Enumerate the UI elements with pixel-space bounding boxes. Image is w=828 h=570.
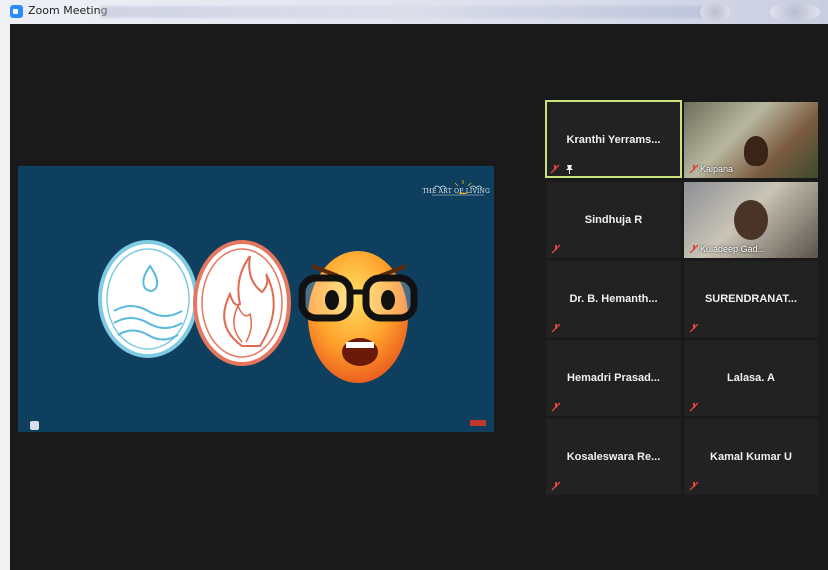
- participant-name: Kalpana: [700, 164, 734, 174]
- participant-name: Kosaleswara Re...: [566, 451, 661, 463]
- window-control-icon[interactable]: [770, 2, 820, 22]
- window-title: Zoom Meeting: [28, 4, 108, 17]
- left-edge: [0, 24, 10, 570]
- water-element-icon: [98, 240, 198, 358]
- participant-name: Kranthi Yerrams...: [566, 134, 661, 146]
- window-control-icon[interactable]: [700, 2, 730, 22]
- participant-tile[interactable]: Dr. B. Hemanth...: [546, 261, 681, 337]
- recording-badge: [470, 420, 486, 426]
- participant-tile[interactable]: Sindhuja R: [546, 182, 681, 258]
- mic-off-icon: [689, 164, 699, 174]
- participant-name: Sindhuja R: [584, 214, 643, 226]
- angry-emoji-icon: [298, 251, 418, 383]
- participant-tile[interactable]: SURENDRANAT...: [684, 261, 818, 337]
- participant-name: Kuladeep Gad...: [700, 244, 766, 254]
- pin-icon: [566, 165, 573, 174]
- participant-video-tile[interactable]: Kuladeep Gad...: [684, 182, 818, 258]
- title-bar: Zoom Meeting: [0, 0, 828, 24]
- zoom-app-icon: [10, 5, 23, 18]
- mic-off-icon: [689, 244, 699, 254]
- participant-tile[interactable]: Kosaleswara Re...: [546, 419, 681, 495]
- blurred-background-tabs: [100, 6, 720, 18]
- participant-video: [734, 200, 768, 240]
- participant-tile[interactable]: Kranthi Yerrams...: [545, 100, 682, 178]
- participant-tile[interactable]: Kamal Kumar U: [684, 419, 818, 495]
- participant-video: [744, 136, 768, 166]
- fire-element-icon: [193, 240, 291, 366]
- mic-off-icon: [551, 244, 561, 254]
- mic-off-icon: [551, 481, 561, 491]
- slide-illustration: [98, 240, 418, 383]
- mic-off-icon: [551, 323, 561, 333]
- participant-name: Lalasa. A: [727, 372, 775, 384]
- mic-off-icon: [689, 481, 699, 491]
- participant-video-tile[interactable]: Kalpana: [684, 102, 818, 178]
- mic-off-icon: [550, 164, 560, 174]
- participant-name: Kamal Kumar U: [710, 451, 792, 463]
- shared-screen[interactable]: THE ART OF LIVING: [18, 166, 494, 432]
- raise-hand-icon[interactable]: [30, 421, 39, 430]
- mic-off-icon: [689, 323, 699, 333]
- mic-off-icon: [551, 402, 561, 412]
- participant-name: Hemadri Prasad...: [567, 372, 660, 384]
- participant-name: SURENDRANAT...: [704, 293, 798, 305]
- participant-name: Dr. B. Hemanth...: [569, 293, 658, 305]
- participant-tile[interactable]: Lalasa. A: [684, 340, 818, 416]
- participant-tile[interactable]: Hemadri Prasad...: [546, 340, 681, 416]
- mic-off-icon: [689, 402, 699, 412]
